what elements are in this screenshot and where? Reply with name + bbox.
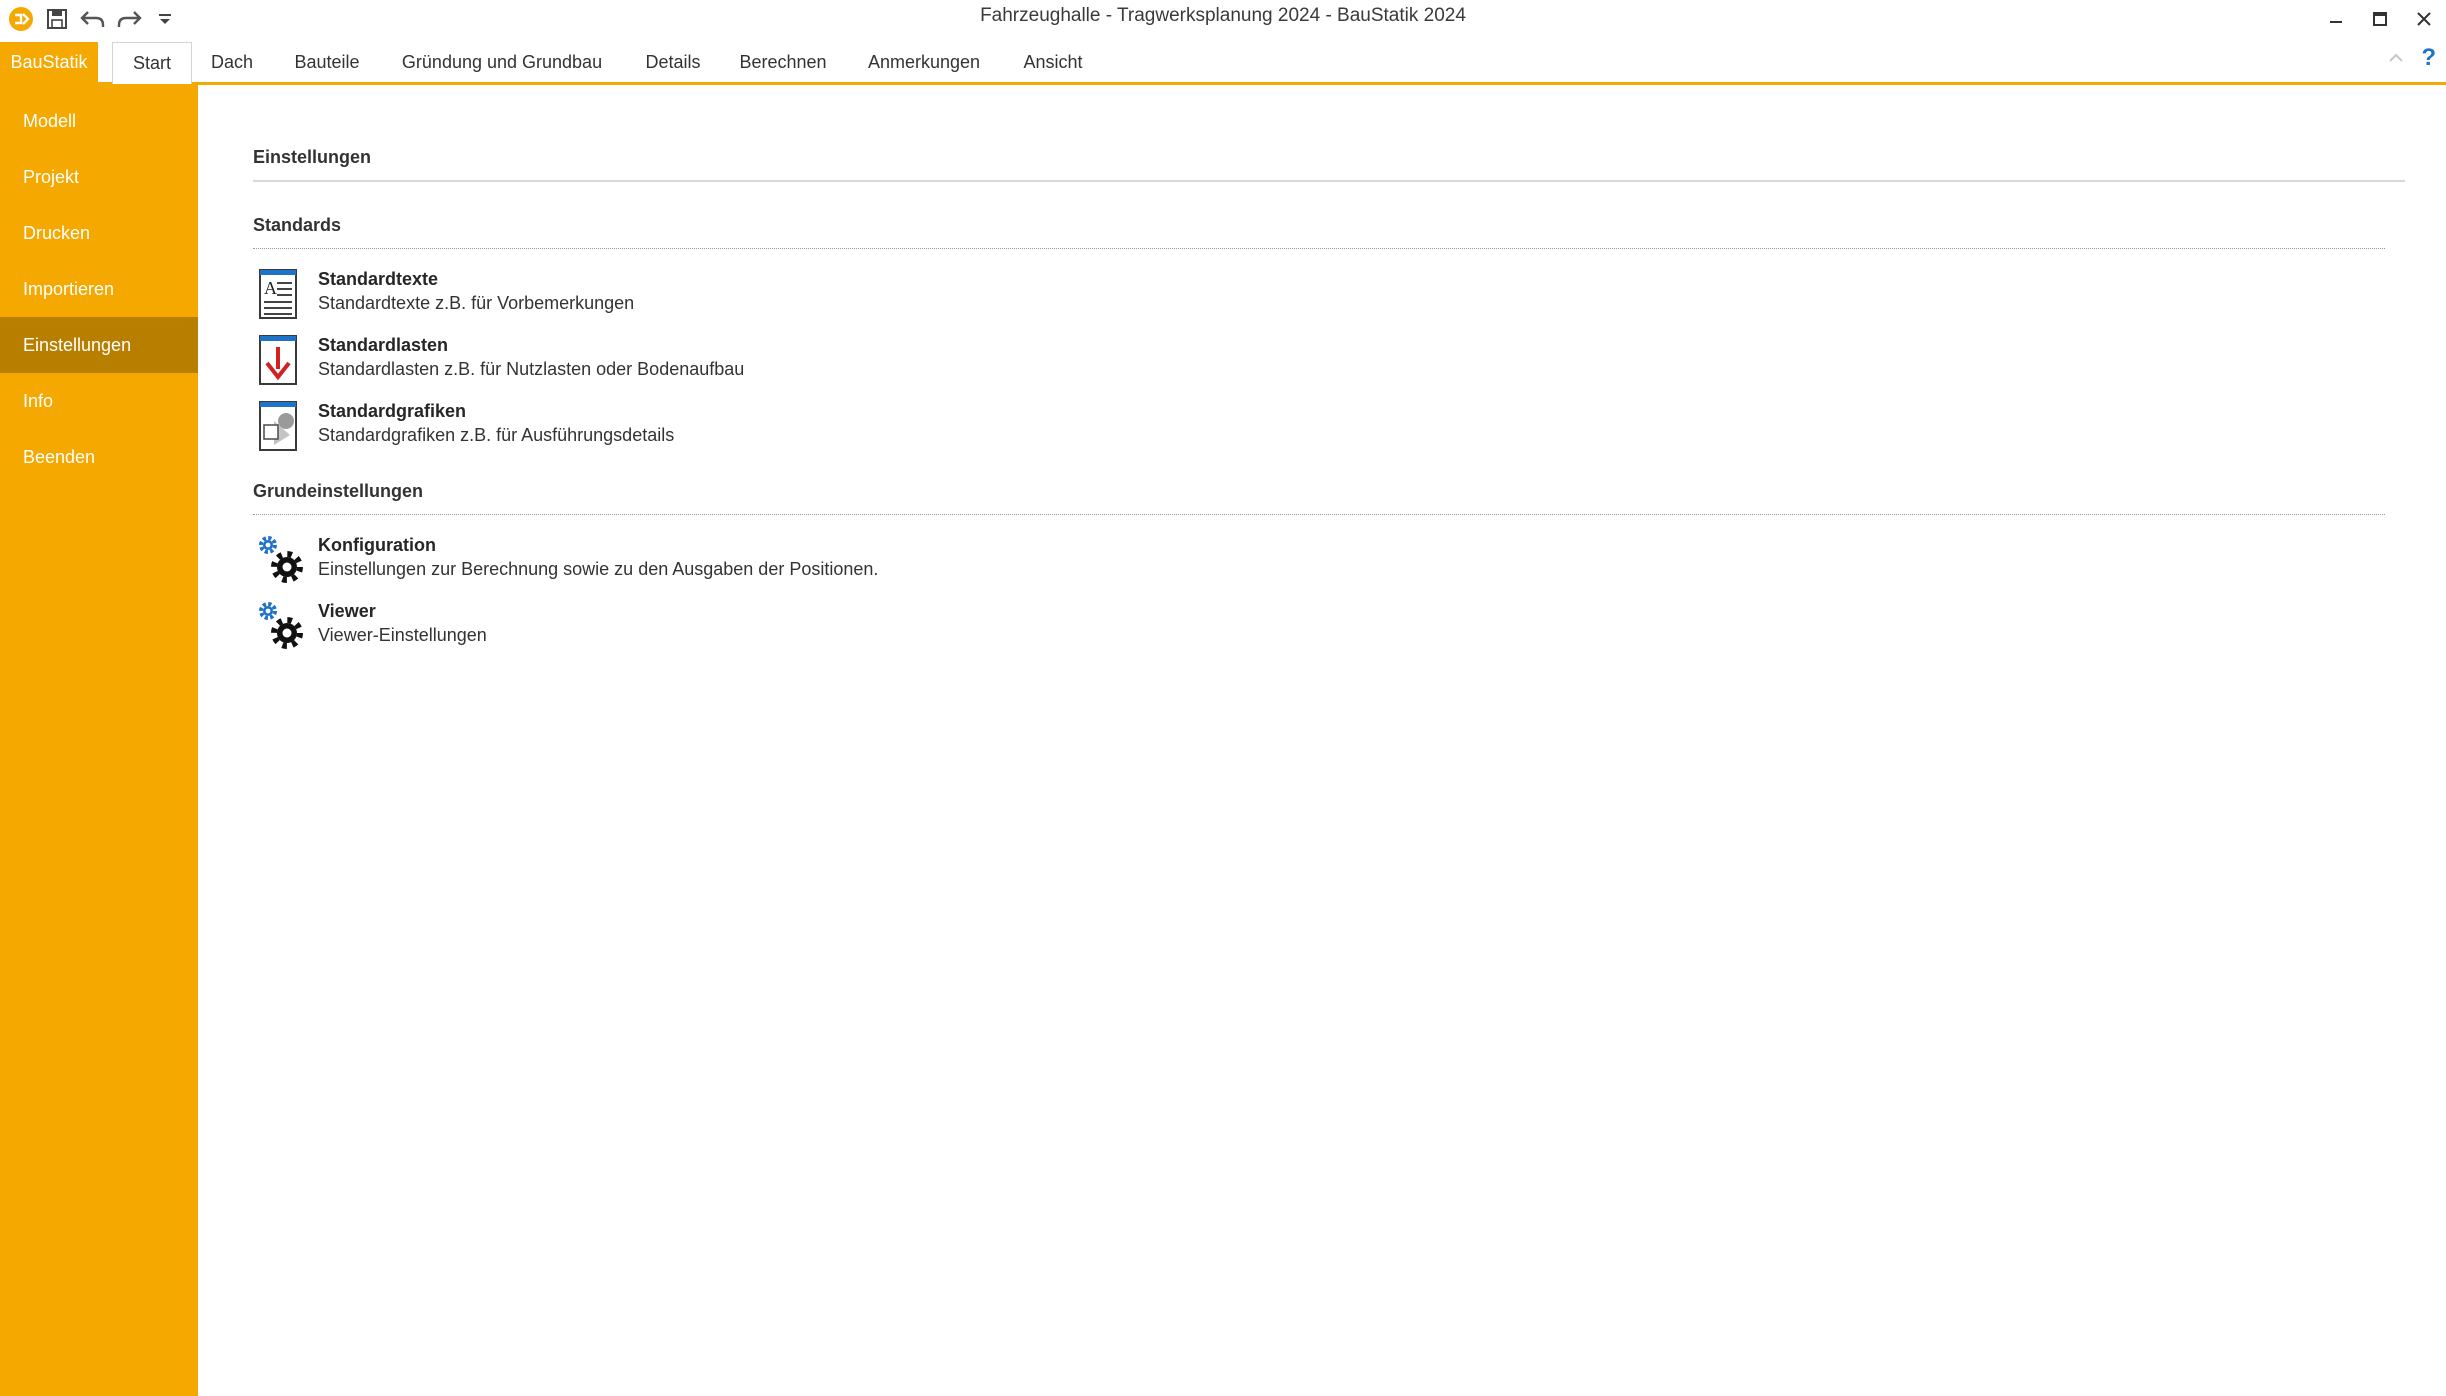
window-controls xyxy=(2314,0,2446,38)
sidebar-item-beenden[interactable]: Beenden xyxy=(0,429,198,485)
sidebar-item-einstellungen[interactable]: Einstellungen xyxy=(0,317,198,373)
sidebar-item-modell[interactable]: Modell xyxy=(0,93,198,149)
svg-text:A: A xyxy=(264,278,277,298)
close-button[interactable] xyxy=(2402,0,2446,38)
tab-berechnen[interactable]: Berechnen xyxy=(734,42,832,82)
backstage-sidebar: Modell Projekt Drucken Importieren Einst… xyxy=(0,85,198,1396)
title-bar: Fahrzeughalle - Tragwerksplanung 2024 - … xyxy=(0,0,2446,38)
section-divider xyxy=(253,248,2385,249)
tab-anmerkungen[interactable]: Anmerkungen xyxy=(854,42,994,82)
text-document-icon: A xyxy=(256,267,304,323)
settings-item-konfiguration[interactable]: Konfiguration Einstellungen zur Berechnu… xyxy=(256,533,878,591)
item-description: Standardtexte z.B. für Vorbemerkungen xyxy=(318,293,635,313)
item-description: Standardlasten z.B. für Nutzlasten oder … xyxy=(318,359,745,379)
item-title: Standardgrafiken xyxy=(318,401,467,421)
gears-icon xyxy=(256,599,304,655)
item-description: Standardgrafiken z.B. für Ausführungsdet… xyxy=(318,425,675,445)
settings-item-standardtexte[interactable]: A Standardtexte Standardtexte z.B. für V… xyxy=(256,267,634,325)
tab-bauteile[interactable]: Bauteile xyxy=(284,42,370,82)
sidebar-item-importieren[interactable]: Importieren xyxy=(0,261,198,317)
load-arrow-document-icon xyxy=(256,333,304,389)
sidebar-item-drucken[interactable]: Drucken xyxy=(0,205,198,261)
settings-item-standardgrafiken[interactable]: Standardgrafiken Standardgrafiken z.B. f… xyxy=(256,399,674,457)
section-title-grundeinstellungen: Grundeinstellungen xyxy=(253,481,424,501)
help-icon[interactable]: ? xyxy=(2421,46,2436,70)
gears-icon xyxy=(256,533,304,589)
tab-gruendung[interactable]: Gründung und Grundbau xyxy=(392,42,612,82)
sidebar-item-projekt[interactable]: Projekt xyxy=(0,149,198,205)
tab-dach[interactable]: Dach xyxy=(202,42,262,82)
item-description: Viewer-Einstellungen xyxy=(318,625,487,645)
ribbon-tab-bar: BauStatik Start Dach Bauteile Gründung u… xyxy=(0,38,2446,85)
item-title: Standardtexte xyxy=(318,269,439,289)
section-title-standards: Standards xyxy=(253,215,342,235)
close-icon xyxy=(2417,12,2431,26)
minimize-icon xyxy=(2330,21,2342,23)
minimize-button[interactable] xyxy=(2314,0,2358,38)
graphic-document-icon xyxy=(256,399,304,455)
maximize-button[interactable] xyxy=(2358,0,2402,38)
window-title: Fahrzeughalle - Tragwerksplanung 2024 - … xyxy=(980,5,1466,26)
tab-ansicht[interactable]: Ansicht xyxy=(1016,42,1090,82)
settings-item-standardlasten[interactable]: Standardlasten Standardlasten z.B. für N… xyxy=(256,333,744,391)
tab-start[interactable]: Start xyxy=(112,42,192,84)
page-title: Einstellungen xyxy=(253,147,372,167)
item-title: Konfiguration xyxy=(318,535,436,555)
sidebar-item-info[interactable]: Info xyxy=(0,373,198,429)
tab-details[interactable]: Details xyxy=(634,42,712,82)
item-description: Einstellungen zur Berechnung sowie zu de… xyxy=(318,559,879,579)
section-divider xyxy=(253,514,2385,515)
app-menu-button[interactable]: BauStatik xyxy=(0,42,98,82)
collapse-ribbon-icon[interactable] xyxy=(2387,49,2405,67)
settings-panel: Einstellungen Standards A Standardtexte … xyxy=(198,85,2446,1396)
ribbon-right-controls: ? xyxy=(2387,46,2436,70)
maximize-icon xyxy=(2373,12,2387,26)
settings-item-viewer[interactable]: Viewer Viewer-Einstellungen xyxy=(256,599,487,657)
item-title: Viewer xyxy=(318,601,376,621)
item-title: Standardlasten xyxy=(318,335,449,355)
title-divider xyxy=(253,180,2405,182)
